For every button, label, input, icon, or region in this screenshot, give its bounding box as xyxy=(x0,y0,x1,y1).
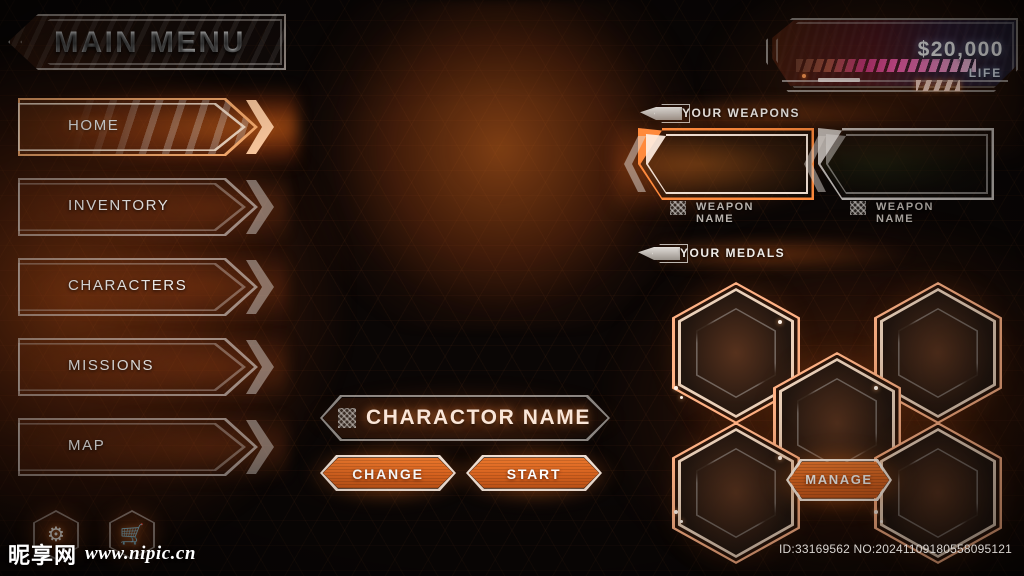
weapon-name-label: WEAPON NAME xyxy=(696,201,754,225)
watermark: 昵享网 www.nipic.cn xyxy=(8,538,196,570)
hatch-placeholder-icon xyxy=(338,408,356,428)
medals-header-label: YOUR MEDALS xyxy=(680,246,786,260)
hud-dot-decor xyxy=(802,74,806,78)
medals-section-header: YOUR MEDALS xyxy=(638,235,918,273)
sidebar-item-label: INVENTORY xyxy=(68,197,170,214)
medal-dot-decor xyxy=(674,386,678,390)
hatch-placeholder-icon xyxy=(670,201,686,215)
sidebar-item-label: MISSIONS xyxy=(68,357,155,374)
footer-id-text: ID:33169562 NO:20241109180558095121 xyxy=(779,542,1012,556)
change-button-label: CHANGE xyxy=(352,466,424,482)
hatch-placeholder-icon xyxy=(850,201,866,215)
manage-button[interactable]: MANAGE xyxy=(768,445,910,515)
weapon-slot-1[interactable] xyxy=(614,112,844,220)
character-name-panel[interactable]: CHARACTOR NAME xyxy=(304,383,626,453)
currency-value: $20,000 xyxy=(917,38,1004,61)
map-item-fill xyxy=(18,418,258,476)
change-button[interactable]: CHANGE xyxy=(304,443,472,505)
character-name-label: CHARACTOR NAME xyxy=(366,406,592,429)
manage-button-label: MANAGE xyxy=(805,472,873,487)
sidebar-menu: HOME INVENTORY CHARACTERS MISSIONS MAP xyxy=(8,84,298,498)
hud-tick-decor xyxy=(818,78,860,82)
home-item-stripes xyxy=(18,98,258,156)
life-label: LIFE xyxy=(968,66,1002,80)
medal-dot-decor xyxy=(778,320,782,324)
page-title: MAIN MENU xyxy=(8,14,286,70)
watermark-cn-text: 昵享网 xyxy=(8,544,78,569)
sidebar-item-home[interactable]: HOME xyxy=(8,84,298,170)
sidebar-item-label: MAP xyxy=(68,437,106,454)
weapon-name-label: WEAPON NAME xyxy=(876,201,934,225)
hud-underline-decor xyxy=(782,80,1008,82)
sidebar-item-missions[interactable]: MISSIONS xyxy=(10,328,288,406)
weapon-slot-1-fill xyxy=(641,131,811,197)
medal-dot-decor xyxy=(874,386,878,390)
medal-dot-decor xyxy=(880,520,883,523)
watermark-url: www.nipic.cn xyxy=(85,543,196,564)
sidebar-item-inventory[interactable]: INVENTORY xyxy=(10,168,288,246)
currency-life-hud: $20,000 LIFE xyxy=(766,18,1018,92)
page-title-text: MAIN MENU xyxy=(53,26,246,59)
start-button[interactable]: START xyxy=(450,443,618,505)
weapon-slot-2[interactable] xyxy=(804,128,994,200)
weapon-slot-2-fill xyxy=(821,131,991,197)
sidebar-item-characters[interactable]: CHARACTERS xyxy=(10,248,288,326)
sidebar-item-label: CHARACTERS xyxy=(68,277,188,294)
sidebar-item-map[interactable]: MAP xyxy=(10,408,288,486)
start-button-label: START xyxy=(506,466,562,482)
sidebar-item-label: HOME xyxy=(68,117,120,134)
medal-dot-decor xyxy=(680,396,683,399)
hud-slash-decor xyxy=(916,80,960,91)
medal-dot-decor xyxy=(680,520,683,523)
game-menu-screen: MAIN MENU HOME INVENTORY CHARACTERS MISS… xyxy=(0,0,1024,576)
medal-dot-decor xyxy=(674,510,678,514)
